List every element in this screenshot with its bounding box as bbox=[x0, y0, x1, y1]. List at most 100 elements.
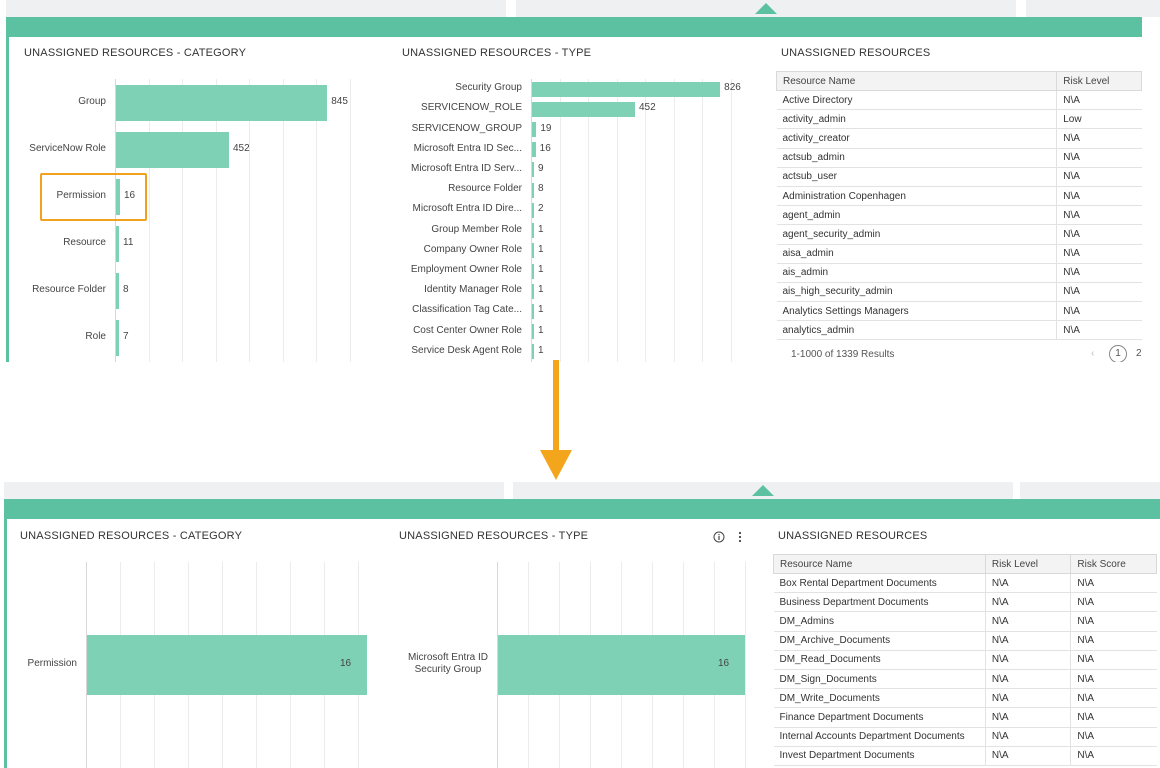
table-row[interactable]: Box Rental Department Documents N\A N\A bbox=[773, 573, 1157, 594]
value-cell: N\A bbox=[1056, 263, 1142, 283]
dashboard-header-bar bbox=[6, 17, 1142, 37]
chart-bar[interactable] bbox=[532, 182, 534, 198]
chart-bar[interactable] bbox=[532, 142, 536, 158]
chart-bar[interactable] bbox=[498, 635, 745, 695]
panel-title: UNASSIGNED RESOURCES - TYPE bbox=[399, 530, 589, 542]
column-header[interactable]: Resource Name bbox=[773, 554, 986, 574]
value-cell: N\A bbox=[984, 707, 1071, 728]
column-header[interactable]: Risk Level bbox=[984, 554, 1072, 574]
value-cell: N\A bbox=[1070, 727, 1157, 747]
chart-value-label: 826 bbox=[724, 82, 741, 94]
value-cell: N\A bbox=[1056, 282, 1142, 303]
table-row[interactable]: Business Department Documents N\A N\A bbox=[773, 592, 1157, 613]
chart-value-label: 1 bbox=[538, 284, 544, 296]
chart-category-label: Identity Manager Role bbox=[424, 284, 522, 296]
table-row[interactable]: agent_admin N\A bbox=[776, 205, 1142, 226]
pager-page-2[interactable]: 2 bbox=[1136, 348, 1142, 359]
value-cell: N\A bbox=[1056, 205, 1142, 226]
table-row[interactable]: actsub_admin N\A bbox=[776, 148, 1142, 168]
info-icon[interactable] bbox=[713, 531, 725, 543]
resource-name-cell: ais_high_security_admin bbox=[776, 282, 1057, 303]
column-header[interactable]: Risk Score bbox=[1070, 554, 1157, 574]
chart-value-label: 1 bbox=[538, 304, 544, 316]
resource-name-cell: Finance Department Documents bbox=[773, 707, 986, 728]
chart-bar[interactable] bbox=[532, 162, 535, 178]
resource-name-cell: Administration Copenhagen bbox=[776, 186, 1057, 207]
table-row[interactable]: aisa_admin N\A bbox=[776, 244, 1142, 264]
pager-prev-button[interactable]: ‹ bbox=[1091, 348, 1094, 359]
value-cell: N\A bbox=[1070, 611, 1157, 632]
table-row[interactable]: Internal Accounts Department Documents N\… bbox=[773, 727, 1157, 747]
chart-category-label: Security Group bbox=[455, 82, 522, 94]
resource-name-cell: Internal Accounts Department Documents bbox=[773, 727, 986, 747]
table-row[interactable]: Finance Department Documents N\A N\A bbox=[773, 707, 1157, 728]
chart-bar[interactable] bbox=[532, 81, 721, 97]
table-row[interactable]: Administration Copenhagen N\A bbox=[776, 186, 1142, 207]
value-cell: N\A bbox=[1070, 631, 1157, 651]
value-cell: N\A bbox=[984, 650, 1071, 670]
resource-name-cell: Active Directory bbox=[776, 90, 1057, 111]
chart-value-label: 8 bbox=[123, 284, 129, 296]
chart-gridline bbox=[559, 79, 561, 362]
header-strip bbox=[1026, 0, 1160, 17]
chart-gridline bbox=[249, 79, 250, 362]
chart-bar[interactable] bbox=[532, 223, 534, 239]
collapse-caret-icon[interactable] bbox=[752, 485, 774, 496]
chart-bar[interactable] bbox=[532, 344, 534, 360]
chart-value-label: 16 bbox=[340, 658, 352, 669]
chart-bar[interactable] bbox=[116, 273, 119, 310]
table-row[interactable]: Invest Department Documents N\A N\A bbox=[773, 746, 1157, 766]
table-row[interactable]: ais_high_security_admin N\A bbox=[776, 282, 1142, 303]
chart-category-label-line: Microsoft Entra ID bbox=[407, 652, 488, 663]
value-cell: N\A bbox=[984, 688, 1071, 709]
chart-bar[interactable] bbox=[532, 101, 635, 117]
table-row[interactable]: ais_admin N\A bbox=[776, 263, 1142, 283]
type-panel: UNASSIGNED RESOURCES - TYPE Microsoft En… bbox=[387, 519, 757, 768]
chart-bar[interactable] bbox=[532, 263, 534, 279]
table-row[interactable]: DM_Admins N\A N\A bbox=[773, 611, 1157, 632]
chart-bar[interactable] bbox=[532, 324, 534, 340]
chart-bar[interactable] bbox=[532, 202, 534, 218]
chart-gridline bbox=[316, 79, 317, 362]
column-header[interactable]: Resource Name bbox=[775, 71, 1058, 91]
value-cell: N\A bbox=[1056, 186, 1142, 207]
collapse-caret-icon[interactable] bbox=[755, 3, 777, 14]
chart-bar[interactable] bbox=[532, 122, 537, 138]
chart-bar[interactable] bbox=[116, 84, 328, 121]
category-panel: UNASSIGNED RESOURCES - CATEGORY Group 845… bbox=[9, 37, 381, 362]
table-row[interactable]: Active Directory N\A bbox=[776, 90, 1142, 111]
resource-name-cell: DM_Archive_Documents bbox=[773, 631, 986, 651]
column-header[interactable]: Risk Level bbox=[1056, 71, 1142, 91]
table-row[interactable]: actsub_user N\A bbox=[776, 167, 1142, 187]
chart-bar[interactable] bbox=[116, 226, 119, 263]
panel-title: UNASSIGNED RESOURCES - CATEGORY bbox=[20, 530, 243, 542]
chart-bar[interactable] bbox=[532, 243, 534, 259]
table-row[interactable]: agent_security_admin N\A bbox=[776, 224, 1142, 245]
more-vertical-icon[interactable] bbox=[737, 531, 743, 543]
chart-bar[interactable] bbox=[116, 131, 229, 168]
chart-bar[interactable] bbox=[532, 303, 534, 319]
table-row[interactable]: DM_Read_Documents N\A N\A bbox=[773, 650, 1157, 670]
table-row[interactable]: DM_Archive_Documents N\A N\A bbox=[773, 631, 1157, 651]
chart-gridline bbox=[182, 79, 183, 362]
chart-bar[interactable] bbox=[87, 635, 367, 695]
arrow-down-icon bbox=[540, 450, 572, 480]
table-row[interactable]: activity_admin Low bbox=[776, 109, 1142, 130]
resource-name-cell: agent_security_admin bbox=[776, 224, 1057, 245]
value-cell: N\A bbox=[1070, 707, 1157, 728]
resource-name-cell: agent_admin bbox=[776, 205, 1057, 226]
table-row[interactable]: Analytics Settings Managers N\A bbox=[776, 301, 1142, 322]
table-row[interactable]: activity_creator N\A bbox=[776, 128, 1142, 149]
value-cell: N\A bbox=[984, 727, 1071, 747]
chart-bar[interactable] bbox=[532, 283, 534, 299]
chart-value-label: 1 bbox=[538, 264, 544, 276]
resource-name-cell: actsub_admin bbox=[776, 148, 1057, 168]
chart-gridline bbox=[282, 79, 284, 362]
pager-page-current[interactable]: 1 bbox=[1109, 345, 1127, 362]
chart-bar[interactable] bbox=[116, 320, 119, 357]
table-row[interactable]: DM_Write_Documents N\A N\A bbox=[773, 688, 1157, 709]
table-row[interactable]: DM_Sign_Documents N\A N\A bbox=[773, 669, 1157, 690]
category-panel: UNASSIGNED RESOURCES - CATEGORY Permissi… bbox=[7, 519, 379, 768]
table-row[interactable]: analytics_admin N\A bbox=[776, 320, 1142, 341]
value-cell: N\A bbox=[1070, 746, 1157, 766]
